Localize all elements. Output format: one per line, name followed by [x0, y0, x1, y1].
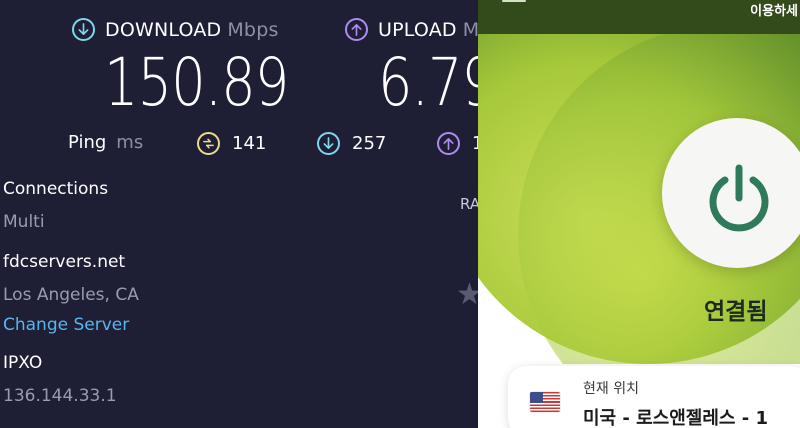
connections-label: Connections: [3, 179, 109, 199]
power-button[interactable]: [662, 118, 800, 268]
download-unit: Mbps: [227, 18, 279, 41]
download-header: DOWNLOAD Mbps: [72, 18, 279, 41]
download-latency-value: 257: [352, 133, 387, 154]
arrow-up-circle-icon: [345, 18, 368, 41]
server-name: fdcservers.net: [3, 252, 126, 272]
jitter-value: 141: [232, 133, 267, 154]
provider-ip: 136.144.33.1: [3, 386, 117, 406]
speedtest-panel: DOWNLOAD Mbps 150.89 UPLOAD Mbps 6.79 Pi…: [0, 0, 478, 428]
upload-unit: Mbps: [462, 18, 478, 41]
upload-header: UPLOAD Mbps: [345, 18, 478, 41]
ping-unit: ms: [116, 132, 144, 153]
location-value: 미국 - 로스앤젤레스 - 1: [583, 408, 769, 428]
upload-value: 6.79: [378, 44, 478, 121]
arrow-down-circle-icon: [72, 18, 95, 41]
power-icon: [709, 164, 769, 232]
star-icon[interactable]: ★: [456, 280, 478, 310]
connections-value: Multi: [3, 212, 45, 232]
jitter-item: 141: [197, 132, 266, 155]
us-flag-icon: [530, 392, 560, 412]
menu-icon[interactable]: [502, 0, 526, 6]
location-card[interactable]: 현재 위치 미국 - 로스앤젤레스 - 1: [508, 366, 800, 428]
vpn-top-bar: 이용하세: [478, 0, 800, 34]
upload-latency-item: 1: [437, 132, 478, 155]
download-latency-item: 257: [317, 132, 386, 155]
provider-name: IPXO: [3, 353, 43, 373]
rate-label: RA: [460, 195, 478, 213]
jitter-icon: [197, 132, 220, 155]
change-server-link[interactable]: Change Server: [3, 315, 129, 335]
arrow-up-circle-icon: [437, 132, 460, 155]
arrow-down-circle-icon: [317, 132, 340, 155]
vpn-panel: 이용하세 연결됨 현재 위치 미국 - 로스앤젤레스 - 1: [478, 0, 800, 428]
ping-label: Ping: [68, 132, 107, 153]
upload-label: UPLOAD: [378, 18, 457, 41]
ping-row: Ping ms: [68, 132, 143, 153]
connection-status: 연결됨: [704, 299, 768, 325]
download-value: 150.89: [104, 44, 289, 121]
top-link[interactable]: 이용하세: [750, 0, 798, 19]
download-label: DOWNLOAD: [105, 18, 222, 41]
location-label: 현재 위치: [583, 381, 639, 397]
server-location: Los Angeles, CA: [3, 285, 139, 305]
